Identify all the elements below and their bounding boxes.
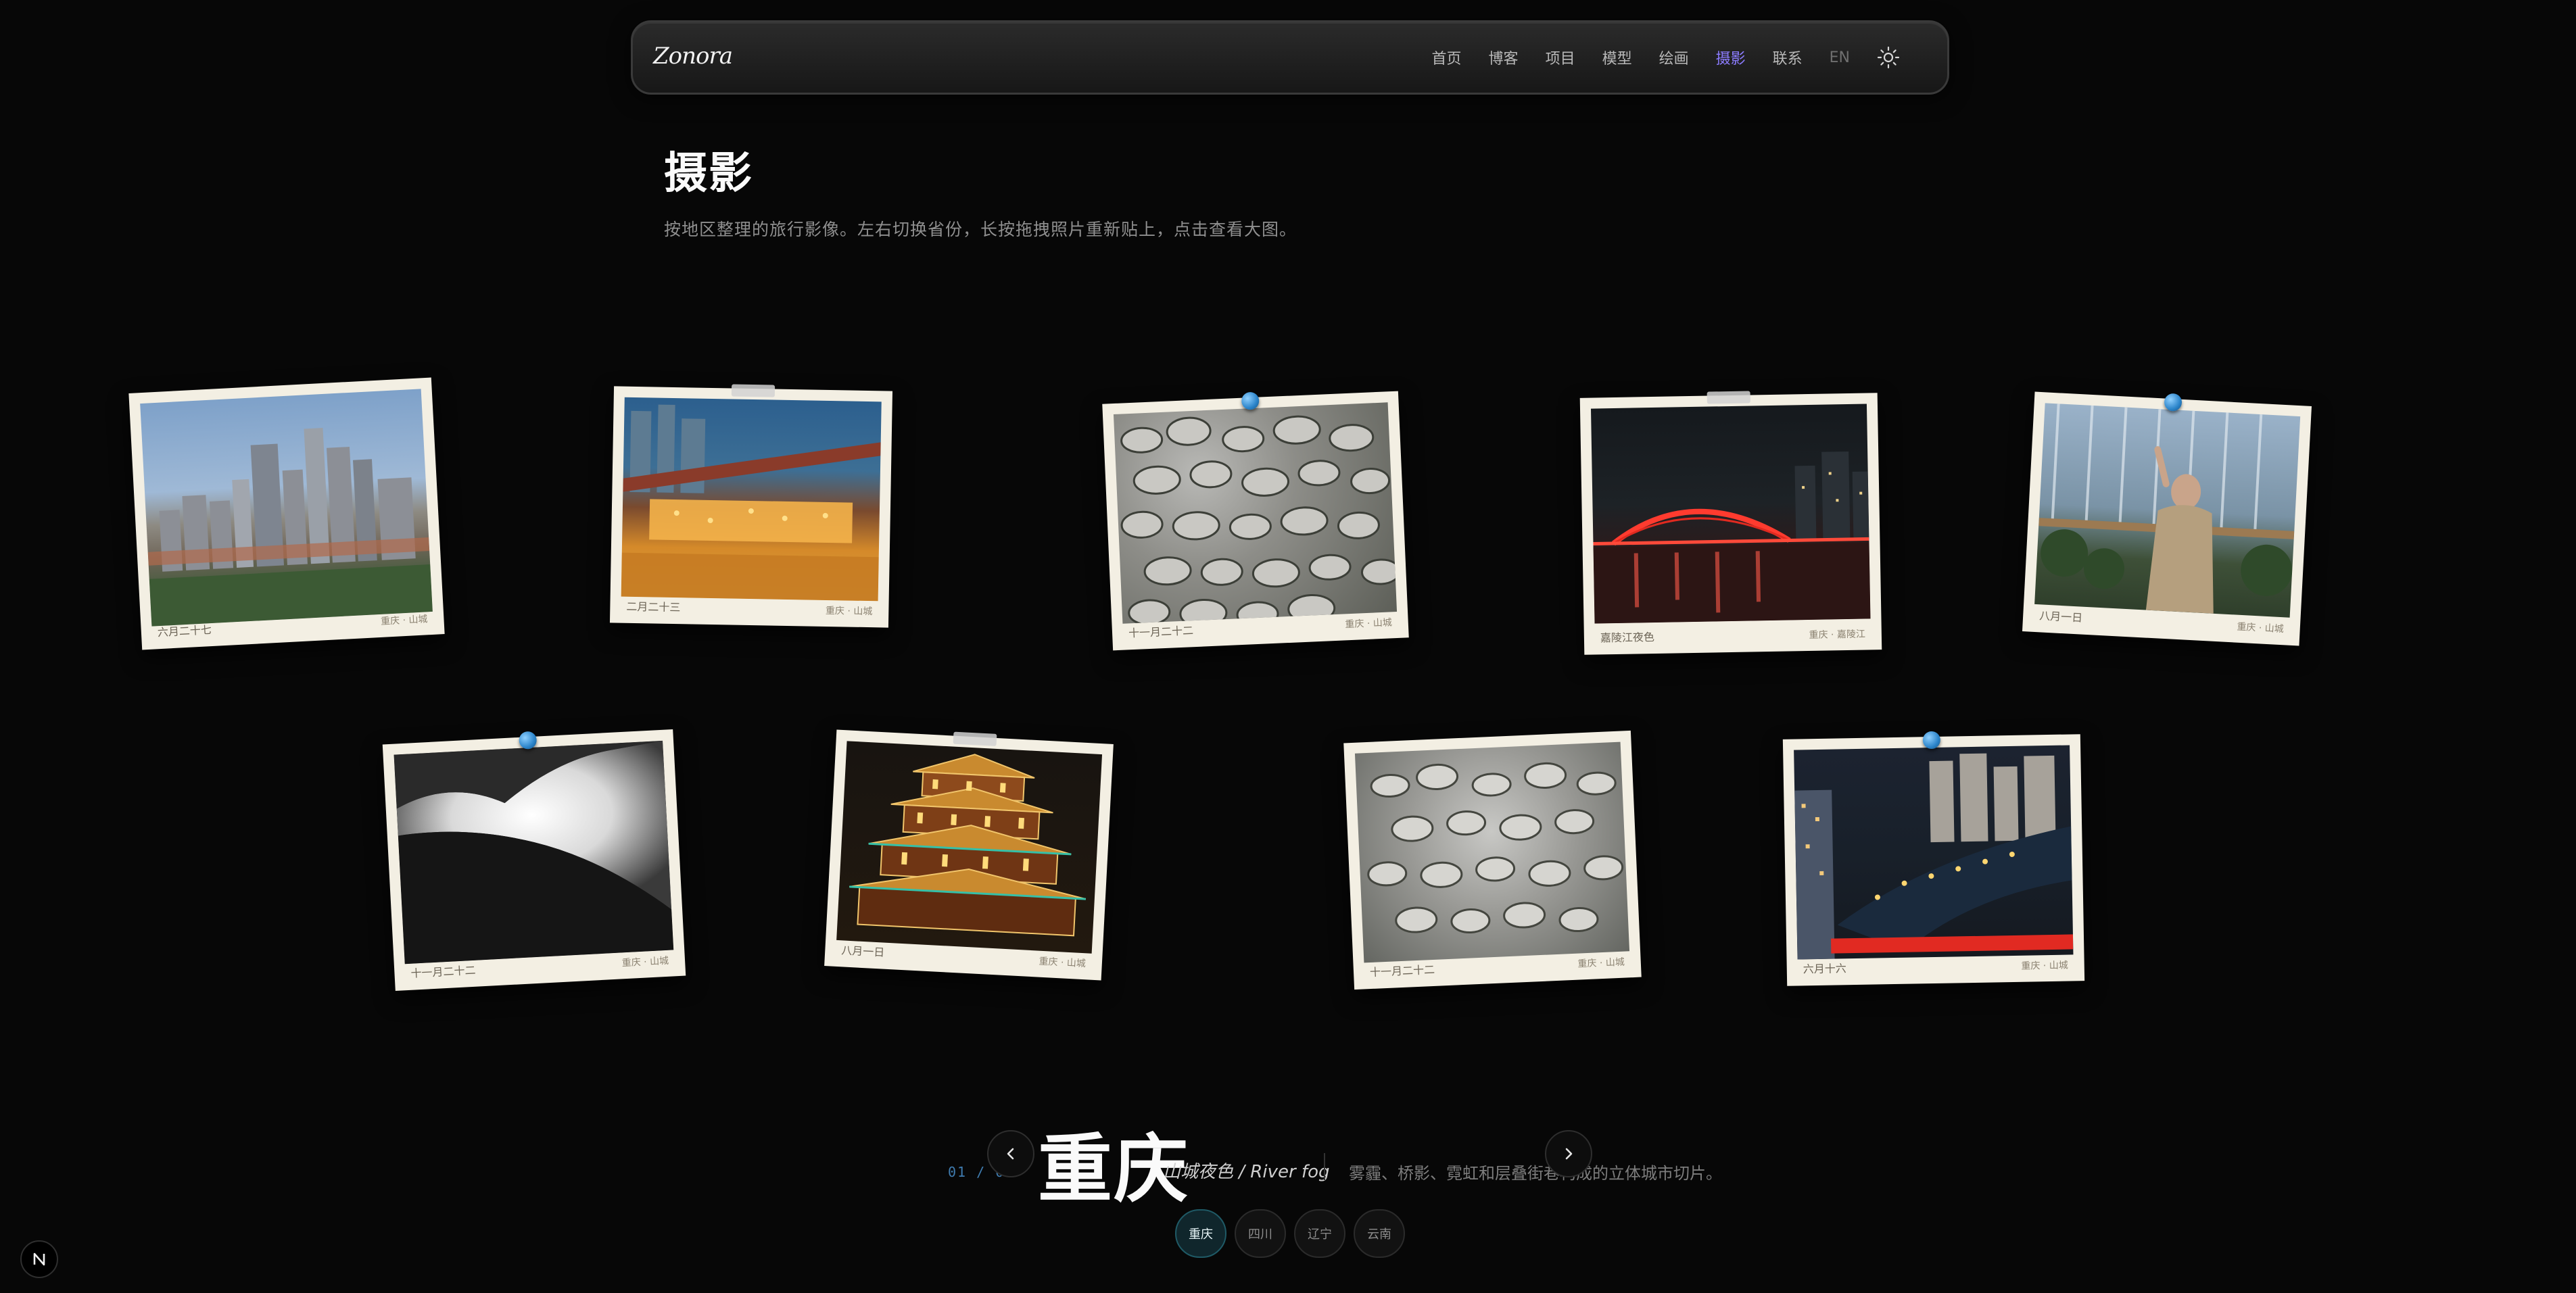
photo-card[interactable]: 八月一日 重庆 · 山城: [824, 729, 1114, 981]
photo-card[interactable]: 十一月二十二 重庆 · 山城: [382, 729, 686, 992]
nav-item-projects[interactable]: 项目: [1546, 47, 1575, 68]
region-description: 雾霾、桥影、霓虹和层叠街巷构成的立体城市切片。: [1349, 1164, 1722, 1183]
photo-location: 重庆 · 山城: [1345, 617, 1393, 631]
nav-item-models[interactable]: 模型: [1602, 47, 1632, 68]
tape-strip: [953, 731, 997, 746]
photo-image: [1590, 404, 1871, 624]
sun-icon[interactable]: [1877, 46, 1900, 69]
photo-image: [836, 741, 1103, 954]
photo-image: [2034, 403, 2301, 618]
photo-card[interactable]: 六月二十七 重庆 · 山城: [128, 377, 445, 650]
photo-card[interactable]: 八月一日 重庆 · 山城: [2022, 391, 2312, 646]
photo-caption: 十一月二十二: [1128, 624, 1194, 640]
divider: [1324, 1153, 1325, 1180]
photo-location: 重庆 · 山城: [2021, 960, 2068, 972]
photo-caption: 六月十六: [1803, 962, 1846, 976]
photo-caption: 六月二十七: [157, 623, 212, 639]
nav-item-photography[interactable]: 摄影: [1716, 47, 1746, 68]
photo-image: [1794, 745, 2074, 960]
nav-menu: 首页 博客 项目 模型 绘画 摄影 联系 EN: [1432, 22, 1947, 93]
nav-item-home[interactable]: 首页: [1432, 47, 1462, 68]
photo-card[interactable]: 六月十六 重庆 · 山城: [1782, 731, 2085, 986]
chevron-right-icon: [1565, 1148, 1573, 1160]
photo-image: [621, 397, 882, 602]
photo-location: 重庆 · 山城: [1577, 956, 1625, 970]
photo-image: [1354, 741, 1630, 963]
photo-caption: 十一月二十二: [1369, 962, 1435, 979]
n-logo-icon[interactable]: [20, 1240, 58, 1278]
province-tab-yunnan[interactable]: 云南: [1354, 1209, 1405, 1258]
photo-card[interactable]: 十一月二十二 重庆 · 山城: [1343, 730, 1642, 990]
photo-caption: 嘉陵江夜色: [1600, 631, 1655, 645]
province-tabs: 重庆 四川 辽宁 云南: [1175, 1209, 1413, 1258]
photo-caption: 二月二十三: [626, 600, 681, 614]
photo-card[interactable]: 嘉陵江夜色 重庆 · 嘉陵江: [1579, 391, 1882, 655]
photo-caption: 八月一日: [840, 944, 885, 959]
province-tab-liaoning[interactable]: 辽宁: [1294, 1209, 1345, 1258]
tape-strip: [731, 384, 776, 397]
nav-item-blog[interactable]: 博客: [1489, 47, 1519, 68]
page-subtitle: 按地区整理的旅行影像。左右切换省份，长按拖拽照片重新贴上，点击查看大图。: [664, 220, 1297, 239]
nav-item-painting[interactable]: 绘画: [1659, 47, 1689, 68]
page-title: 摄影: [664, 149, 753, 199]
photo-location: 重庆 · 山城: [621, 955, 669, 969]
photo-location: 重庆 · 山城: [380, 614, 428, 627]
photo-image: [393, 740, 674, 965]
photo-location: 重庆 · 嘉陵江: [1809, 629, 1866, 641]
province-tab-chongqing[interactable]: 重庆: [1175, 1209, 1226, 1258]
chevron-left-icon: [1007, 1148, 1014, 1160]
photo-card[interactable]: 二月二十三 重庆 · 山城: [609, 384, 893, 628]
pushpin-icon: [2164, 393, 2183, 412]
photo-caption: 八月一日: [2038, 609, 2083, 625]
prev-region-button[interactable]: [987, 1130, 1034, 1177]
pushpin-icon: [1241, 391, 1260, 410]
photo-card[interactable]: 十一月二十二 重庆 · 山城: [1102, 391, 1409, 651]
photo-location: 重庆 · 山城: [2236, 621, 2285, 635]
photo-location: 重庆 · 山城: [825, 605, 873, 618]
top-navbar: Zonora 首页 博客 项目 模型 绘画 摄影 联系 EN: [631, 20, 1949, 95]
tape-strip: [1707, 391, 1750, 404]
photo-caption: 十一月二十二: [410, 963, 476, 980]
nav-item-contact[interactable]: 联系: [1773, 47, 1803, 68]
photo-image: [140, 389, 433, 627]
site-logo[interactable]: Zonora: [653, 43, 733, 70]
pushpin-icon: [1922, 731, 1941, 750]
next-region-button[interactable]: [1545, 1130, 1592, 1177]
language-toggle[interactable]: EN: [1830, 49, 1850, 66]
photo-location: 重庆 · 山城: [1039, 956, 1087, 970]
photo-image: [1113, 402, 1398, 624]
region-tagline: 山城夜色 / River fog: [1163, 1162, 1330, 1182]
province-tab-sichuan[interactable]: 四川: [1235, 1209, 1286, 1258]
